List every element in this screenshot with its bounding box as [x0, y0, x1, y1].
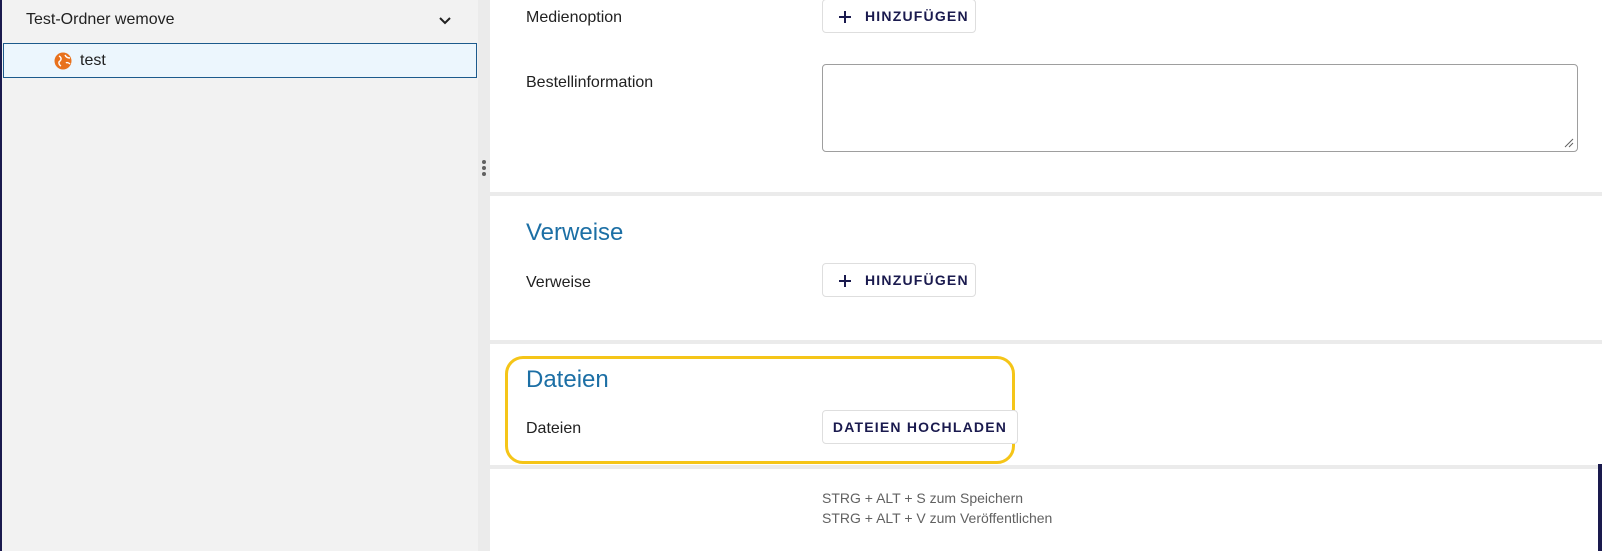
splitter-dot	[482, 166, 486, 170]
verweise-add-button[interactable]: HINZUFÜGEN	[822, 263, 976, 297]
add-button-label: HINZUFÜGEN	[865, 8, 969, 24]
bestellinformation-textarea[interactable]	[822, 64, 1578, 152]
add-button-label: HINZUFÜGEN	[865, 272, 969, 288]
plus-icon	[839, 275, 851, 287]
tree-item-label: test	[80, 52, 106, 69]
folder-label: Test-Ordner wemove	[26, 11, 175, 28]
globe-icon	[54, 52, 72, 70]
dateien-section-title: Dateien	[526, 366, 609, 393]
section-divider	[490, 192, 1602, 196]
publish-shortcut-hint: STRG + ALT + V zum Veröffentlichen	[822, 510, 1053, 526]
scrollbar[interactable]	[1598, 464, 1602, 551]
medienoption-label: Medienoption	[526, 9, 623, 26]
panel-splitter[interactable]	[478, 0, 490, 551]
plus-icon	[839, 11, 851, 23]
sidebar-tree: Test-Ordner wemove test	[2, 0, 478, 551]
section-divider	[490, 465, 1602, 469]
verweise-label: Verweise	[526, 274, 591, 291]
dateien-label: Dateien	[526, 420, 582, 437]
tree-folder-row[interactable]: Test-Ordner wemove	[2, 0, 478, 42]
upload-files-button[interactable]: DATEIEN HOCHLADEN	[822, 410, 1018, 444]
tree-item-test[interactable]: test	[3, 43, 477, 78]
bestellinformation-label: Bestellinformation	[526, 74, 654, 91]
resize-grip-icon[interactable]	[1564, 138, 1574, 148]
splitter-dot	[482, 160, 486, 164]
medienoption-add-button[interactable]: HINZUFÜGEN	[822, 0, 976, 33]
form-panel: Medienoption HINZUFÜGEN Bestellinformati…	[490, 0, 1602, 551]
save-shortcut-hint: STRG + ALT + S zum Speichern	[822, 490, 1024, 506]
splitter-dot	[482, 172, 486, 176]
section-divider	[490, 340, 1602, 344]
chevron-down-icon[interactable]	[436, 12, 454, 30]
verweise-section-title: Verweise	[526, 219, 624, 246]
